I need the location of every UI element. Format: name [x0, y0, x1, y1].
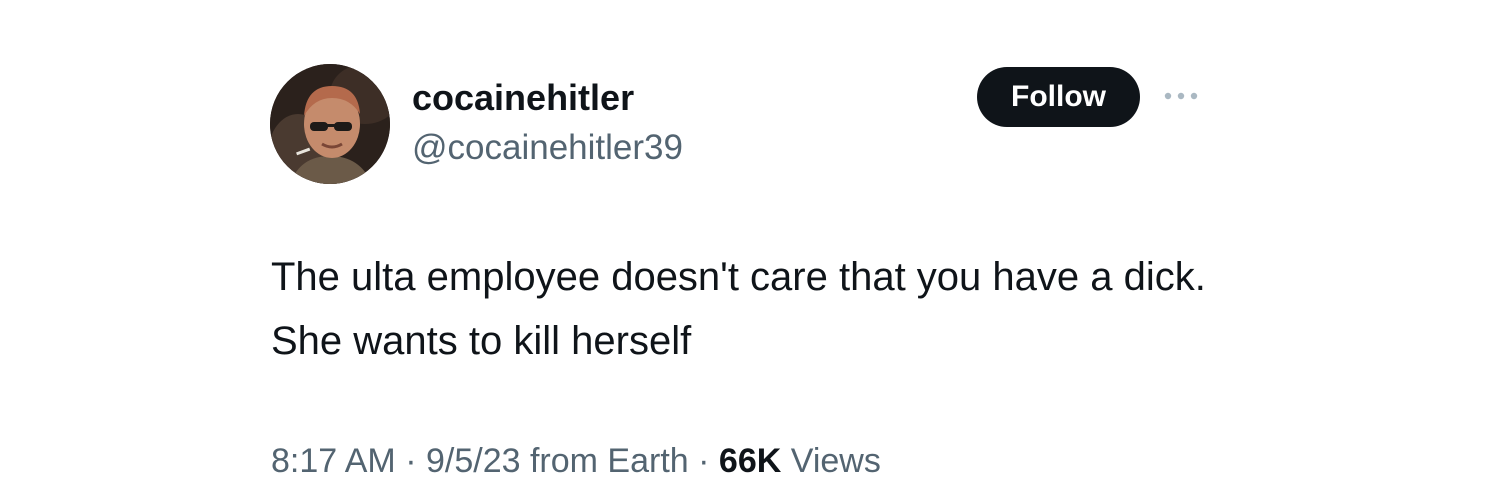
- more-options-button[interactable]: [1160, 84, 1204, 108]
- tweet-meta: 8:17 AM · 9/5/23 from Earth · 66K Views: [271, 436, 881, 486]
- tweet-source: from Earth: [529, 442, 689, 480]
- display-name[interactable]: cocainehitler: [412, 76, 634, 120]
- tweet-text: The ulta employee doesn't care that you …: [271, 255, 1206, 363]
- views-count: 66K: [718, 442, 782, 480]
- follow-button[interactable]: Follow: [977, 67, 1140, 127]
- user-handle[interactable]: @cocainehitler39: [412, 126, 683, 170]
- meta-separator: ·: [698, 442, 710, 480]
- tweet-time[interactable]: 8:17 AM: [271, 442, 396, 480]
- ellipsis-icon: [1164, 92, 1198, 100]
- tweet-card: cocainehitler @cocainehitler39 Follow Th…: [0, 0, 1500, 499]
- views-label: Views: [790, 442, 881, 480]
- meta-separator: ·: [405, 442, 417, 480]
- avatar[interactable]: [270, 64, 390, 184]
- tweet-date[interactable]: 9/5/23: [426, 442, 521, 480]
- profile-photo-icon: [270, 64, 390, 184]
